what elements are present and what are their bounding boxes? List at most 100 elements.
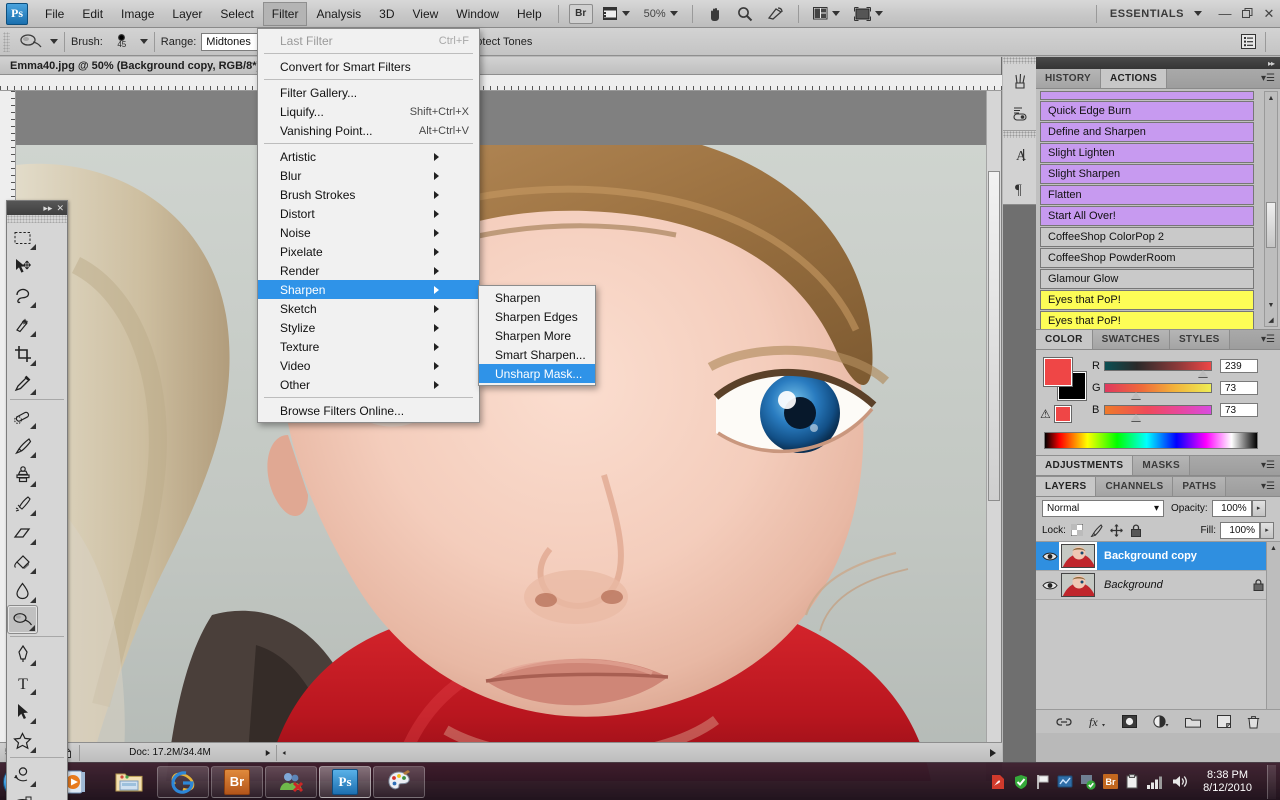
- horizontal-ruler[interactable]: [0, 75, 1002, 91]
- slider-track-r[interactable]: [1104, 361, 1212, 371]
- antivirus-shield-icon[interactable]: [1013, 774, 1029, 790]
- brush-panel-icon[interactable]: [1003, 64, 1036, 97]
- move-tool[interactable]: [7, 252, 38, 281]
- layer-thumbnail[interactable]: [1061, 544, 1095, 568]
- color-value-g[interactable]: 73: [1220, 381, 1258, 395]
- filter-menu-item[interactable]: Stylize: [258, 318, 479, 337]
- screen-mode-icon[interactable]: [850, 4, 887, 24]
- filter-menu-item[interactable]: Pixelate: [258, 242, 479, 261]
- adjustments-panel-menu-icon[interactable]: ▾☰: [1261, 460, 1275, 471]
- gradient-tool[interactable]: [7, 547, 38, 576]
- color-value-b[interactable]: 73: [1220, 403, 1258, 417]
- tab-styles[interactable]: STYLES: [1170, 330, 1230, 349]
- clone-source-panel-icon[interactable]: [1003, 97, 1036, 130]
- gamut-substitute-swatch[interactable]: [1055, 406, 1071, 422]
- sharpen-submenu-dropdown[interactable]: SharpenSharpen EdgesSharpen MoreSmart Sh…: [478, 285, 596, 386]
- taskbar-adobe-bridge[interactable]: Br: [211, 766, 263, 798]
- menu-edit[interactable]: Edit: [73, 2, 112, 26]
- slider-track-b[interactable]: [1104, 405, 1212, 415]
- rotate-view-tool-icon[interactable]: [763, 4, 788, 24]
- workspace-switcher[interactable]: ESSENTIALS: [1104, 8, 1190, 20]
- action-row[interactable]: Slight Sharpen: [1040, 164, 1254, 184]
- network-monitor-icon[interactable]: [1057, 774, 1073, 790]
- update-check-icon[interactable]: [1080, 774, 1096, 790]
- opacity-stepper[interactable]: ▸: [1252, 500, 1266, 517]
- brush-tool[interactable]: [7, 431, 38, 460]
- action-row[interactable]: Start All Over!: [1040, 206, 1254, 226]
- arrange-documents-icon[interactable]: [809, 4, 844, 24]
- status-doc-info[interactable]: Doc: 17.2M/34.4M: [80, 744, 260, 762]
- taskbar-messenger[interactable]: [265, 766, 317, 798]
- filter-menu-item[interactable]: Browse Filters Online...: [258, 401, 479, 420]
- quick-selection-tool[interactable]: [7, 310, 38, 339]
- actions-list[interactable]: Quick Edge BurnDefine and SharpenSlight …: [1036, 89, 1280, 329]
- clipboard-icon[interactable]: [1125, 774, 1140, 790]
- toggle-brush-panel-icon[interactable]: [1237, 32, 1259, 52]
- layer-styles-icon[interactable]: fx: [1088, 715, 1106, 728]
- tools-panel-titlebar[interactable]: ▸▸ ✕: [7, 201, 67, 215]
- filter-menu-item[interactable]: Blur: [258, 166, 479, 185]
- layer-row-background-copy[interactable]: Background copy: [1036, 542, 1280, 571]
- menu-window[interactable]: Window: [447, 2, 508, 26]
- menu-file[interactable]: File: [36, 2, 73, 26]
- link-layers-icon[interactable]: [1056, 717, 1072, 727]
- filter-menu-item[interactable]: Texture: [258, 337, 479, 356]
- action-row[interactable]: Flatten: [1040, 185, 1254, 205]
- action-row[interactable]: Eyes that PoP!: [1040, 290, 1254, 310]
- canvas-area[interactable]: [16, 91, 1002, 781]
- active-tool-preview-icon[interactable]: [16, 31, 46, 53]
- new-adjustment-layer-icon[interactable]: [1153, 715, 1169, 728]
- menu-filter[interactable]: Filter: [263, 2, 308, 26]
- tab-layers[interactable]: LAYERS: [1036, 477, 1096, 496]
- options-bar-grip[interactable]: [3, 32, 10, 52]
- zoom-tool-icon[interactable]: [733, 4, 757, 24]
- panel-resize-grip[interactable]: ◢: [1265, 313, 1277, 326]
- filter-menu-item[interactable]: Filter Gallery...: [258, 83, 479, 102]
- close-icon[interactable]: ✕: [56, 203, 64, 214]
- filter-menu-item[interactable]: Liquify...Shift+Ctrl+X: [258, 102, 479, 121]
- actions-scrollbar[interactable]: ▲▼◢: [1264, 91, 1278, 327]
- restore-button[interactable]: [1236, 4, 1258, 24]
- status-left-arrow-icon[interactable]: [277, 744, 291, 762]
- taskbar-windows-explorer[interactable]: [103, 766, 155, 798]
- dodge-tool[interactable]: [7, 605, 38, 634]
- actions-panel-menu-icon[interactable]: ▾☰: [1261, 73, 1275, 84]
- history-brush-tool[interactable]: [7, 489, 38, 518]
- spot-healing-brush-tool[interactable]: [7, 402, 38, 431]
- dock-grip-2[interactable]: [1003, 131, 1036, 138]
- tab-adjustments[interactable]: ADJUSTMENTS: [1036, 456, 1133, 475]
- filter-menu-item[interactable]: Convert for Smart Filters: [258, 57, 479, 76]
- out-of-gamut-warning[interactable]: ⚠: [1040, 404, 1088, 424]
- volume-icon[interactable]: [1171, 774, 1188, 789]
- path-selection-tool[interactable]: [7, 697, 38, 726]
- filter-menu-dropdown[interactable]: Last FilterCtrl+FConvert for Smart Filte…: [257, 28, 480, 423]
- taskbar-internet-explorer[interactable]: [157, 766, 209, 798]
- sharpen-submenu-item[interactable]: Smart Sharpen...: [479, 345, 595, 364]
- blur-tool[interactable]: [7, 576, 38, 605]
- action-row[interactable]: Glamour Glow: [1040, 269, 1254, 289]
- layers-scrollbar[interactable]: ▲: [1266, 542, 1280, 709]
- action-row[interactable]: Define and Sharpen: [1040, 122, 1254, 142]
- action-row[interactable]: [1040, 91, 1254, 100]
- lock-transparent-pixels-icon[interactable]: [1071, 524, 1083, 536]
- collapse-icon[interactable]: ▸▸: [43, 203, 52, 214]
- eyedropper-tool[interactable]: [7, 368, 38, 397]
- tab-masks[interactable]: MASKS: [1133, 456, 1190, 475]
- bridge-tray-icon[interactable]: Br: [1103, 774, 1118, 790]
- brush-picker-chevron-icon[interactable]: [140, 39, 148, 44]
- tab-actions[interactable]: ACTIONS: [1101, 69, 1167, 88]
- action-row[interactable]: CoffeeShop ColorPop 2: [1040, 227, 1254, 247]
- custom-shape-tool[interactable]: [7, 726, 38, 755]
- rotate-3d-object-tool[interactable]: [7, 760, 38, 789]
- actions-scroll-up-arrow[interactable]: ▲: [1265, 92, 1277, 105]
- fill-value[interactable]: 100%: [1220, 522, 1260, 539]
- vertical-scroll-thumb[interactable]: [988, 171, 1000, 501]
- color-panel-menu-icon[interactable]: ▾☰: [1261, 334, 1275, 345]
- layer-list[interactable]: Background copy: [1036, 541, 1280, 709]
- dock-grip[interactable]: [1003, 57, 1036, 64]
- sharpen-submenu-item[interactable]: Unsharp Mask...: [479, 364, 595, 383]
- show-desktop-button[interactable]: [1267, 765, 1276, 799]
- clone-stamp-tool[interactable]: [7, 460, 38, 489]
- view-extras-icon[interactable]: [599, 4, 634, 24]
- add-mask-icon[interactable]: [1122, 715, 1137, 728]
